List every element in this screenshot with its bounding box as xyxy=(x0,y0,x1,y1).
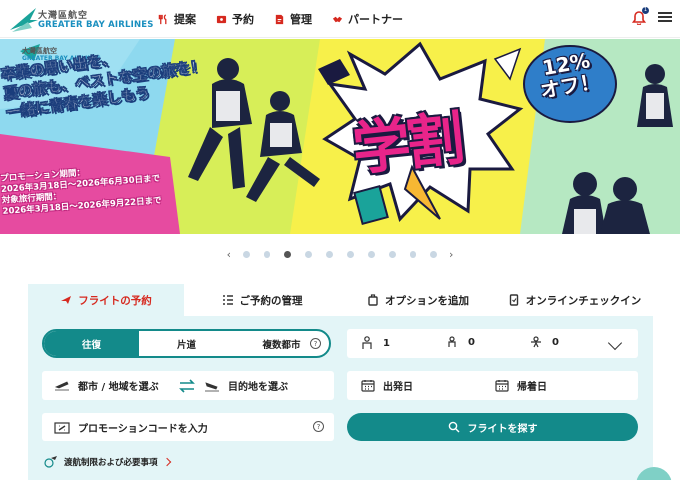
route-selector: 都市 / 地域を選ぶ 目的地を選ぶ xyxy=(42,371,334,400)
carousel-dot[interactable] xyxy=(409,250,417,258)
promo-placeholder: プロモーションコードを入力 xyxy=(78,424,208,435)
search-icon xyxy=(448,421,459,433)
adult-count: 1 xyxy=(361,336,390,350)
calendar-icon xyxy=(495,380,509,392)
promo-code-field[interactable]: プロモーションコードを入力 ? xyxy=(42,413,334,441)
carousel-dot[interactable] xyxy=(326,250,334,258)
origin-field[interactable]: 都市 / 地域を選ぶ xyxy=(54,378,159,393)
hamburger-menu-icon[interactable] xyxy=(658,10,672,24)
child-count-value: 0 xyxy=(468,336,475,348)
main-nav: 提案 予約 管理 パートナー xyxy=(158,10,403,28)
child-icon xyxy=(448,336,456,347)
trip-type-selector: 往復 片道 複数都市 ? xyxy=(42,329,331,358)
carousel-dot-active[interactable] xyxy=(284,250,292,258)
promo-banner[interactable]: 大灣區航空 GREATER BAY AIRLINES 卒業の思い出を、 夏の旅も… xyxy=(0,39,680,234)
chevron-down-icon xyxy=(607,335,623,351)
nav-item-manage[interactable]: 管理 xyxy=(274,10,312,28)
tab-label: オンラインチェックイン xyxy=(525,294,642,307)
infant-count: 0 xyxy=(530,336,559,348)
carousel-dot[interactable] xyxy=(388,250,396,258)
adult-icon xyxy=(362,336,372,349)
airline-logo[interactable]: 大灣區航空 GREATER BAY AIRLINES xyxy=(8,6,153,34)
promo-code-input[interactable]: プロモーションコードを入力 xyxy=(54,420,208,435)
fork-knife-icon xyxy=(158,13,167,24)
carousel-next-button[interactable]: › xyxy=(444,248,458,261)
nav-item-booking[interactable]: 予約 xyxy=(216,10,254,28)
passenger-selector[interactable]: 1 0 0 xyxy=(347,329,638,358)
coupon-icon xyxy=(54,421,70,434)
search-flights-button[interactable]: フライトを探す xyxy=(347,413,638,441)
notification-badge: 1 xyxy=(642,7,649,14)
logo-mark-icon xyxy=(10,8,38,32)
search-button-label: フライトを探す xyxy=(467,423,538,435)
carousel-dot[interactable] xyxy=(263,250,271,258)
carousel-dot[interactable] xyxy=(242,250,250,258)
departure-date-field[interactable]: 出発日 xyxy=(361,378,413,393)
carousel-dot[interactable] xyxy=(305,250,313,258)
return-date-field[interactable]: 帰着日 xyxy=(495,378,547,393)
child-count: 0 xyxy=(446,336,475,348)
swap-arrows-icon[interactable] xyxy=(179,379,195,393)
landing-icon xyxy=(205,381,219,391)
adult-count-value: 1 xyxy=(383,337,390,349)
tab-label: オプションを追加 xyxy=(385,294,469,307)
booking-panel: 往復 片道 複数都市 ? 1 0 0 都市 / 地域を選ぶ 目的地を選ぶ 出発日… xyxy=(28,316,653,480)
trip-type-roundtrip[interactable]: 往復 xyxy=(44,331,139,356)
nav-item-partner[interactable]: パートナー xyxy=(332,10,403,28)
banner-discount: 12% オフ！ xyxy=(535,48,601,103)
help-icon[interactable]: ? xyxy=(310,338,321,349)
list-icon xyxy=(222,295,233,305)
nav-label: 予約 xyxy=(232,13,254,26)
calendar-icon xyxy=(361,380,375,392)
plane-icon xyxy=(61,296,72,304)
globe-plane-icon xyxy=(44,456,57,468)
phone-checkin-icon xyxy=(509,294,518,306)
document-icon xyxy=(275,14,284,24)
nav-label: 管理 xyxy=(290,13,312,26)
nav-label: パートナー xyxy=(348,13,403,26)
trip-type-oneway[interactable]: 片道 xyxy=(139,331,234,356)
carousel-pagination: ‹ › xyxy=(222,247,458,261)
ticket-icon xyxy=(216,15,227,23)
booking-tabs: フライトの予約 ご予約の管理 オプションを追加 オンラインチェックイン xyxy=(28,284,653,316)
tab-manage-booking[interactable]: ご予約の管理 xyxy=(184,284,340,316)
handshake-icon xyxy=(332,16,343,22)
banner-main-text: 学割 xyxy=(349,104,464,184)
travel-requirements-link[interactable]: 渡航制限および必要事項 xyxy=(44,455,171,468)
logo-english-text: GREATER BAY AIRLINES xyxy=(38,20,154,30)
return-label: 帰着日 xyxy=(517,382,547,393)
carousel-dot[interactable] xyxy=(367,250,375,258)
date-selector: 出発日 帰着日 xyxy=(347,371,638,400)
notification-button[interactable]: 1 xyxy=(631,7,649,26)
help-icon[interactable]: ? xyxy=(313,421,324,432)
infant-icon xyxy=(531,336,541,348)
carousel-dot[interactable] xyxy=(430,250,438,258)
tab-book-flight[interactable]: フライトの予約 xyxy=(28,284,184,316)
departure-label: 出発日 xyxy=(383,382,413,393)
top-header: 大灣區航空 GREATER BAY AIRLINES 提案 予約 管理 パートナ… xyxy=(0,0,680,38)
tab-label: フライトの予約 xyxy=(78,294,152,307)
infant-count-value: 0 xyxy=(552,336,559,348)
destination-placeholder: 目的地を選ぶ xyxy=(228,382,288,393)
carousel-prev-button[interactable]: ‹ xyxy=(222,248,236,261)
nav-item-proposal[interactable]: 提案 xyxy=(158,10,196,28)
takeoff-icon xyxy=(54,380,69,390)
tab-label: ご予約の管理 xyxy=(239,294,303,307)
travel-requirements-label: 渡航制限および必要事項 xyxy=(64,457,158,468)
luggage-icon xyxy=(368,294,378,306)
destination-field[interactable]: 目的地を選ぶ xyxy=(204,378,288,393)
nav-label: 提案 xyxy=(174,13,196,26)
carousel-dot[interactable] xyxy=(347,250,354,258)
tab-add-options[interactable]: オプションを追加 xyxy=(340,284,496,316)
header-actions: 1 xyxy=(631,7,672,26)
tab-online-checkin[interactable]: オンラインチェックイン xyxy=(496,284,653,316)
origin-placeholder: 都市 / 地域を選ぶ xyxy=(78,382,159,393)
chevron-right-icon xyxy=(162,457,171,466)
